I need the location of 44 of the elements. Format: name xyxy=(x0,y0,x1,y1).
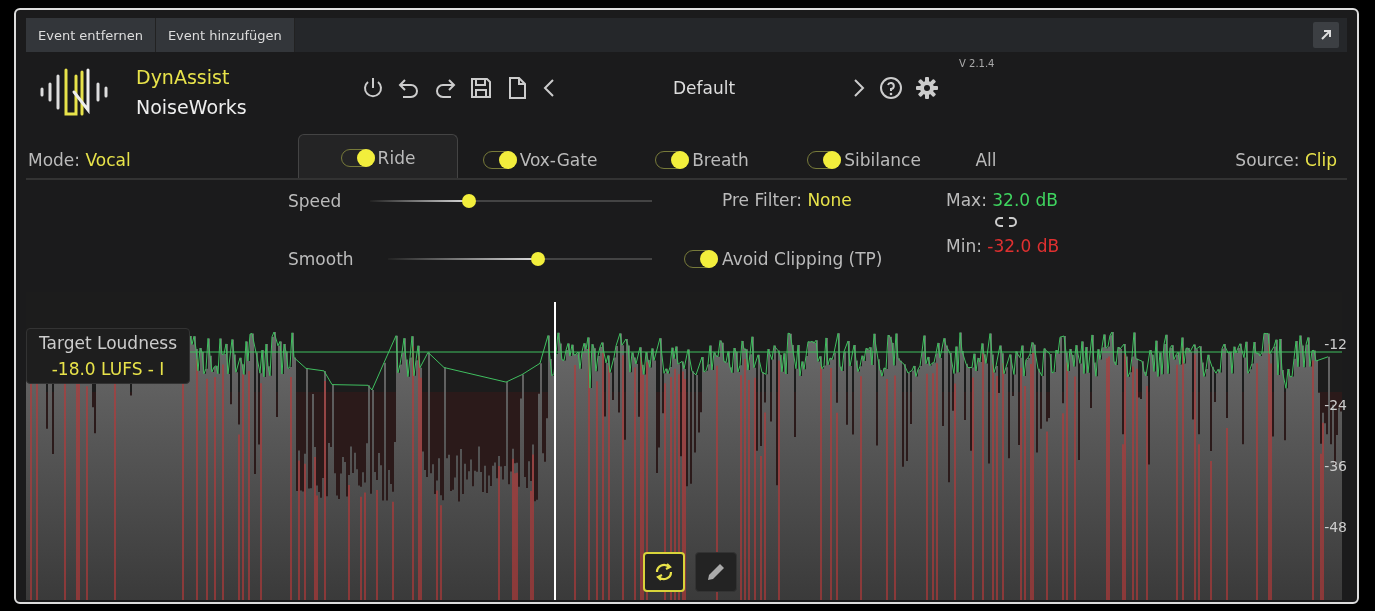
power-icon[interactable] xyxy=(361,76,385,100)
module-tab[interactable]: Sibilance xyxy=(784,139,944,178)
product-name: DynAssist xyxy=(136,66,231,88)
arrow-icon xyxy=(1320,29,1332,41)
save-icon[interactable] xyxy=(469,76,493,100)
db-scale-label: -12 xyxy=(1324,336,1347,352)
module-tab[interactable]: All xyxy=(946,139,1026,178)
tab-label: Ride xyxy=(377,147,416,168)
max-label: Max: 32.0 dB xyxy=(946,190,1058,212)
slider-label: Smooth xyxy=(288,249,355,269)
mode-label[interactable]: Mode: Vocal xyxy=(26,150,298,178)
loop-icon xyxy=(653,561,675,583)
pencil-icon xyxy=(705,561,727,583)
pre-filter-label[interactable]: Pre Filter: None xyxy=(722,190,946,212)
link-icon[interactable] xyxy=(994,216,1018,228)
preset-name: Default xyxy=(671,78,737,98)
undo-icon[interactable] xyxy=(397,76,421,100)
redo-icon[interactable] xyxy=(433,76,457,100)
expand-button[interactable] xyxy=(1313,22,1339,48)
target-title: Target Loudness xyxy=(39,333,178,353)
event-button[interactable]: Event hinzufügen xyxy=(155,18,295,52)
tab-label: Breath xyxy=(692,150,749,170)
db-scale-label: -36 xyxy=(1324,458,1347,474)
event-button[interactable]: Event entfernen xyxy=(26,18,156,52)
target-loudness-panel[interactable]: Target Loudness -18.0 LUFS - I xyxy=(26,328,191,384)
tab-label: Vox-Gate xyxy=(519,150,598,170)
source-label[interactable]: Source: Clip xyxy=(1235,150,1347,178)
db-scale-label: -24 xyxy=(1324,397,1347,413)
version-label: V 2.1.4 xyxy=(959,58,995,69)
help-icon[interactable] xyxy=(879,76,903,100)
module-tab[interactable]: Ride xyxy=(298,134,458,178)
tab-label: Sibilance xyxy=(844,150,921,170)
avoid-clipping-label: Avoid Clipping (TP) xyxy=(722,249,883,269)
slider-label: Speed xyxy=(288,191,343,211)
module-tab[interactable]: Breath xyxy=(622,139,782,178)
target-value: -18.0 LUFS - I xyxy=(51,359,165,379)
tab-label: All xyxy=(975,150,997,170)
slider-thumb[interactable] xyxy=(461,194,476,208)
tool-button[interactable] xyxy=(695,552,737,592)
min-label: Min: -32.0 dB xyxy=(946,236,1060,258)
db-scale-label: -48 xyxy=(1324,519,1347,535)
company-name: NoiseWorks xyxy=(136,96,248,118)
module-tab[interactable]: Vox-Gate xyxy=(460,139,620,178)
slider-thumb[interactable] xyxy=(531,252,546,266)
